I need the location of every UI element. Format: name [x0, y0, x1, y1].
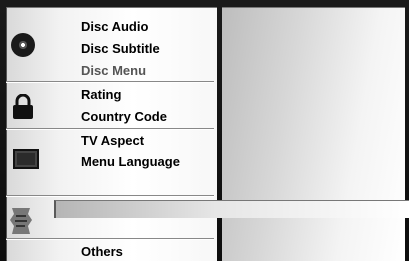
menu-item-menu-language[interactable]: Menu Language: [81, 154, 180, 170]
menu-item-disc-menu[interactable]: Disc Menu: [81, 63, 146, 79]
disc-icon: [11, 33, 35, 57]
menu-item-country-code[interactable]: Country Code: [81, 109, 167, 125]
menu-divider: [6, 81, 214, 83]
menu-divider: [6, 238, 214, 240]
menu-item-disc-audio[interactable]: Disc Audio: [81, 19, 148, 35]
menu-item-disc-subtitle[interactable]: Disc Subtitle: [81, 41, 160, 57]
dvd-setup-screen: Disc Audio Disc Subtitle Disc Menu Ratin…: [0, 0, 409, 261]
menu-divider: [6, 195, 214, 197]
menu-item-tv-aspect[interactable]: TV Aspect: [81, 133, 144, 149]
menu-item-rating[interactable]: Rating: [81, 87, 121, 103]
menu-item-others[interactable]: Others: [81, 244, 123, 260]
options-panel: [222, 7, 405, 261]
lock-icon: [13, 94, 33, 119]
menu-divider: [6, 128, 214, 130]
misc-icon: [10, 208, 32, 234]
selection-bar[interactable]: [54, 200, 409, 218]
tv-icon: [13, 149, 39, 169]
